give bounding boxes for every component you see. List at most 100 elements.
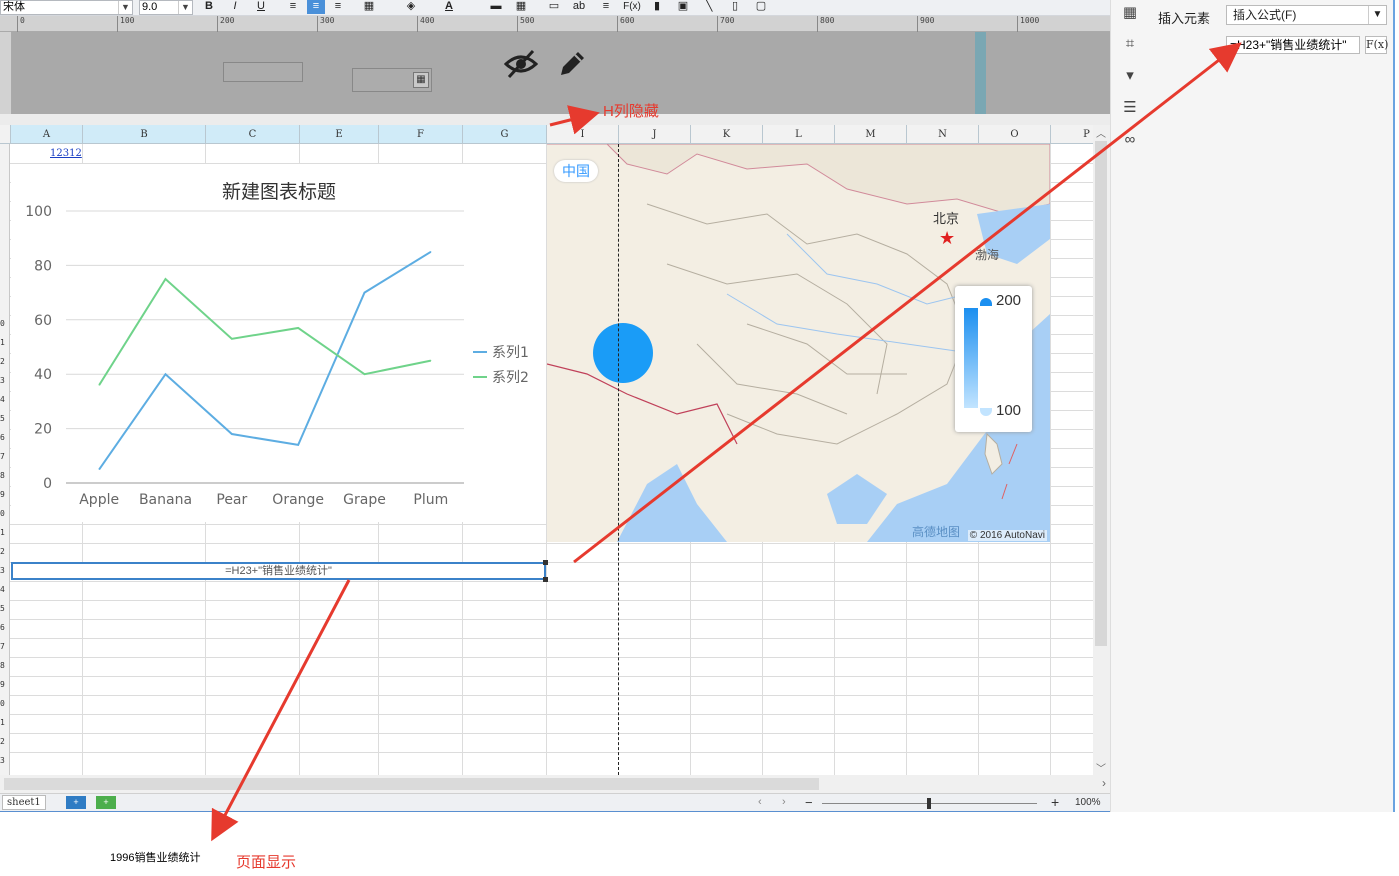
chart-icon[interactable]: ▮ — [648, 0, 666, 14]
row-number[interactable]: 3 — [0, 756, 10, 765]
column-header-i[interactable]: I — [547, 125, 619, 144]
row-number[interactable]: 6 — [0, 433, 10, 442]
data-bubble[interactable] — [593, 323, 653, 383]
row-number[interactable]: 1 — [0, 528, 10, 537]
column-header-j[interactable]: J — [619, 125, 691, 144]
link-icon[interactable]: ∞ — [1121, 131, 1139, 149]
column-header-e[interactable]: E — [300, 125, 379, 144]
align-left-icon[interactable]: ≡ — [284, 0, 302, 14]
header-date-field[interactable]: ▦ — [352, 68, 432, 92]
resize-handle[interactable] — [543, 577, 548, 582]
barcode-icon[interactable]: ▯ — [726, 0, 744, 14]
scroll-down-icon[interactable]: ﹀ — [1096, 760, 1106, 775]
row-number[interactable]: 9 — [0, 680, 10, 689]
column-header-n[interactable]: N — [907, 125, 979, 144]
scroll-thumb[interactable] — [1095, 141, 1107, 646]
row-number[interactable]: 1 — [0, 338, 10, 347]
font-size-select[interactable]: 9.0 ▼ — [139, 0, 193, 15]
row-number[interactable]: 3 — [0, 566, 10, 575]
next-sheet-icon[interactable]: › — [782, 796, 786, 808]
formula-button[interactable]: F(x) — [620, 0, 644, 14]
row-number[interactable]: 4 — [0, 395, 10, 404]
row-number[interactable]: 0 — [0, 699, 10, 708]
column-header-b[interactable]: B — [83, 125, 206, 144]
row-number[interactable]: 3 — [0, 376, 10, 385]
text-button[interactable]: ab — [570, 0, 588, 14]
corner-cell[interactable] — [0, 125, 11, 144]
scroll-thumb[interactable] — [4, 778, 819, 790]
row-number[interactable]: 5 — [0, 604, 10, 613]
column-header-g[interactable]: G — [463, 125, 547, 144]
column-header-l[interactable]: L — [763, 125, 835, 144]
row-number[interactable]: 0 — [0, 319, 10, 328]
calendar-icon[interactable]: ▦ — [413, 72, 429, 88]
crop-icon[interactable]: ⌗ — [1121, 35, 1139, 53]
bold-button[interactable]: B — [200, 0, 218, 14]
table-icon[interactable]: ▦ — [512, 0, 530, 14]
range-handle-bottom-icon[interactable] — [980, 408, 992, 416]
prev-sheet-icon[interactable]: ‹ — [758, 796, 762, 808]
merge-icon[interactable]: ▬ — [487, 0, 505, 14]
font-color-icon[interactable]: A — [440, 0, 458, 14]
row-number[interactable]: 0 — [0, 509, 10, 518]
row-number[interactable]: 8 — [0, 471, 10, 480]
zoom-out-button[interactable]: − — [805, 795, 813, 810]
underline-button[interactable]: U — [252, 0, 270, 14]
line-chart[interactable]: 新建图表标题 0 20 40 60 80 100 Apple Banana Pear Orang… — [11, 164, 546, 522]
add-report-icon[interactable]: + — [96, 796, 116, 809]
layers-icon[interactable]: ☰ — [1121, 99, 1139, 117]
vertical-scrollbar[interactable]: ︿ ﹀ — [1093, 125, 1110, 775]
chart-legend[interactable]: 系列1 系列2 — [473, 345, 529, 386]
column-header-a[interactable]: A — [11, 125, 83, 144]
eye-slash-icon[interactable] — [504, 48, 538, 80]
map-widget[interactable]: 中国 北京 ★ 渤海 200 100 高德地图 © 2016 AutoNavi — [547, 144, 1050, 542]
row-number[interactable]: 4 — [0, 585, 10, 594]
textbox-icon[interactable]: ▭ — [545, 0, 563, 14]
row-number[interactable]: 7 — [0, 452, 10, 461]
zoom-slider-thumb[interactable] — [927, 798, 931, 809]
selected-cell[interactable]: =H23+"销售业绩统计" — [11, 562, 546, 580]
line-icon[interactable]: ╲ — [700, 0, 718, 14]
sheet-tab[interactable]: sheet1 — [2, 795, 46, 810]
scroll-up-icon[interactable]: ︿ — [1096, 125, 1106, 140]
border-icon[interactable]: ▦ — [360, 0, 378, 14]
insert-element-select[interactable]: 插入公式(F) ▼ — [1226, 5, 1387, 25]
column-header-m[interactable]: M — [835, 125, 907, 144]
pencil-icon[interactable] — [557, 49, 587, 79]
range-handle-top-icon[interactable] — [980, 298, 992, 306]
row-number[interactable]: 2 — [0, 547, 10, 556]
row-number[interactable]: 6 — [0, 623, 10, 632]
cell-props-icon[interactable]: ▦ — [1121, 4, 1139, 22]
align-center-icon[interactable]: ≡ — [307, 0, 325, 14]
map-country-badge[interactable]: 中国 — [554, 160, 598, 182]
image-icon[interactable]: ▣ — [674, 0, 692, 14]
link-cell[interactable]: 12312 — [50, 148, 82, 159]
add-sheet-icon[interactable]: + — [66, 796, 86, 809]
shape-icon[interactable]: ▢ — [752, 0, 770, 14]
column-header-k[interactable]: K — [691, 125, 763, 144]
header-textbox[interactable] — [223, 62, 303, 82]
row-number[interactable]: 2 — [0, 357, 10, 366]
row-headers[interactable]: 0 1 2 3 4 5 6 7 8 9 0 1 2 3 4 5 6 7 8 9 … — [0, 144, 10, 775]
horizontal-scrollbar[interactable]: › — [0, 775, 1110, 793]
column-header-c[interactable]: C — [206, 125, 300, 144]
align-right-icon[interactable]: ≡ — [329, 0, 347, 14]
dropdown-element-icon[interactable]: ▾ — [1121, 67, 1139, 85]
formula-editor-button[interactable]: F(x) — [1365, 36, 1388, 54]
italic-button[interactable]: I — [226, 0, 244, 14]
scroll-right-icon[interactable]: › — [1102, 776, 1106, 790]
row-number[interactable]: 2 — [0, 737, 10, 746]
row-number[interactable]: 8 — [0, 661, 10, 670]
resize-handle[interactable] — [543, 560, 548, 565]
fill-color-icon[interactable]: ◈ — [402, 0, 420, 14]
visual-map-legend[interactable]: 200 100 — [955, 286, 1032, 432]
row-number[interactable]: 9 — [0, 490, 10, 499]
column-header-f[interactable]: F — [379, 125, 463, 144]
font-name-select[interactable]: 宋体 ▼ — [0, 0, 133, 15]
zoom-in-button[interactable]: + — [1051, 794, 1059, 810]
column-header-p[interactable]: P — [1051, 125, 1093, 144]
row-number[interactable]: 5 — [0, 414, 10, 423]
column-header-o[interactable]: O — [979, 125, 1051, 144]
row-number[interactable]: 1 — [0, 718, 10, 727]
paragraph-icon[interactable]: ≡ — [597, 0, 615, 14]
